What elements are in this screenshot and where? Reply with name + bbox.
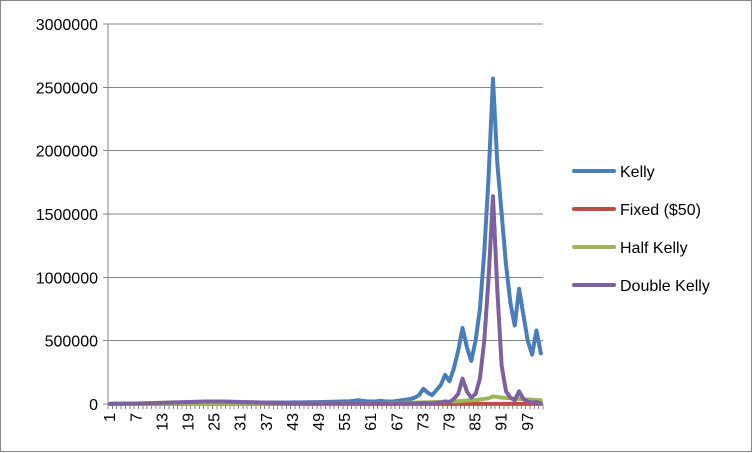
y-tick-label-4: 2000000 [36, 144, 98, 161]
series-line-0 [108, 76, 543, 406]
x-tick-label-15: 91 [494, 413, 511, 431]
line-chart: 0 500000 1000000 1500000 2000000 2500000 30000… [36, 17, 710, 431]
legend-label-0: Kelly [620, 164, 655, 181]
legend: Kelly Fixed ($50) Half Kelly Double Kelly [572, 164, 710, 295]
y-tick-label-6: 3000000 [36, 17, 98, 34]
x-tick-label-4: 25 [207, 413, 224, 431]
y-tick-label-5: 2500000 [36, 80, 98, 97]
x-tick-label-1: 7 [128, 413, 145, 422]
x-tick-label-10: 61 [363, 413, 380, 431]
y-tick-label-2: 1000000 [36, 270, 98, 287]
axes [103, 23, 544, 409]
x-tick-label-8: 49 [311, 413, 328, 431]
x-tick-label-14: 85 [468, 413, 485, 431]
x-tick-label-11: 67 [389, 413, 406, 431]
y-tick-label-0: 0 [89, 397, 98, 414]
legend-label-3: Double Kelly [620, 278, 710, 295]
legend-label-1: Fixed ($50) [620, 202, 701, 219]
x-tick-label-16: 97 [520, 413, 537, 431]
legend-label-2: Half Kelly [620, 240, 688, 257]
x-tick-label-3: 19 [180, 413, 197, 431]
x-axis-tick-labels: 1 7 13 19 25 31 37 43 49 55 61 67 73 79 85 91 97 [102, 413, 537, 431]
x-tick-label-13: 79 [441, 413, 458, 431]
x-tick-label-5: 31 [233, 413, 250, 431]
series-line-3 [108, 194, 543, 406]
x-tick-label-0: 1 [102, 413, 119, 422]
x-tick-label-9: 55 [337, 413, 354, 431]
y-axis-tick-labels: 0 500000 1000000 1500000 2000000 2500000 30000… [36, 17, 98, 414]
x-tick-label-12: 73 [415, 413, 432, 431]
series-lines [108, 76, 543, 406]
gridlines [108, 23, 543, 342]
x-tick-label-6: 37 [259, 413, 276, 431]
y-tick-label-3: 1500000 [36, 207, 98, 224]
x-tick-label-2: 13 [154, 413, 171, 431]
chart-frame: 0 500000 1000000 1500000 2000000 2500000 30000… [0, 0, 752, 452]
x-tick-label-7: 43 [285, 413, 302, 431]
y-tick-label-1: 500000 [45, 334, 98, 351]
